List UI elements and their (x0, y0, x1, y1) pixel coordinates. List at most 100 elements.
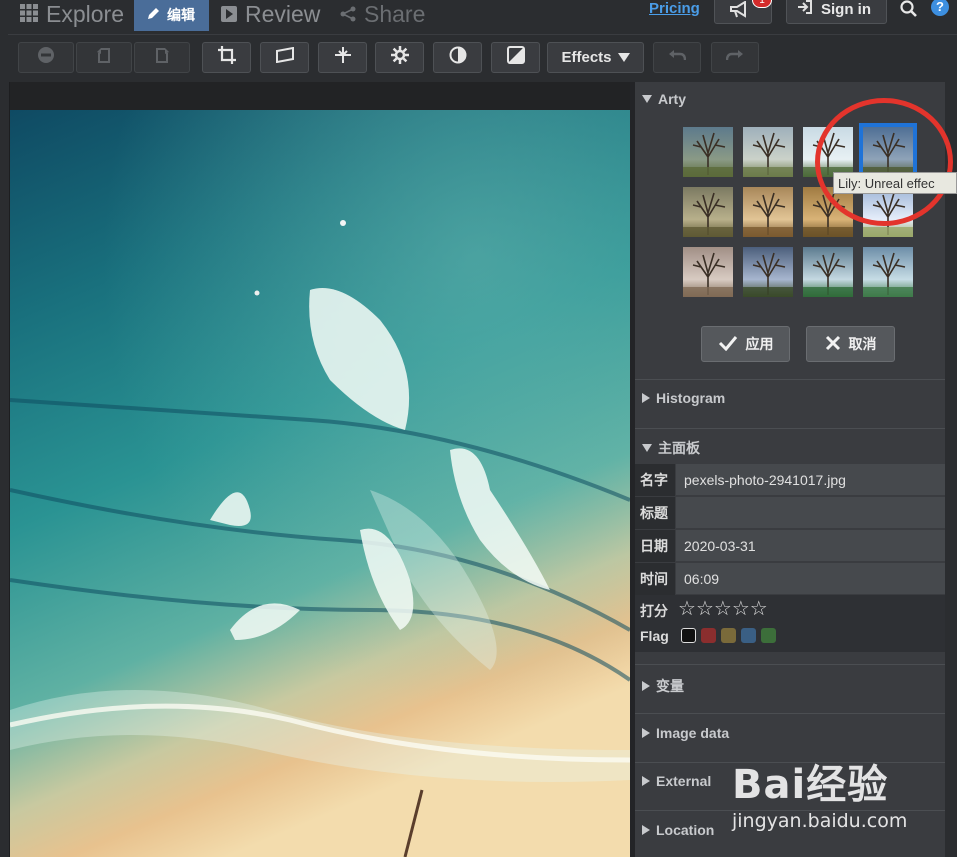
section-image-data-header[interactable]: Image data (642, 725, 729, 741)
straighten-icon (275, 46, 295, 68)
watermark-brand: Bai经验 (732, 762, 889, 808)
effects-label: Effects (561, 49, 612, 66)
section-main-panel-header[interactable]: 主面板 (642, 438, 700, 458)
nav-review[interactable]: Review (221, 0, 320, 32)
nav-review-label: Review (245, 0, 321, 27)
grid-icon (20, 1, 38, 28)
cancel-label: 取消 (848, 336, 877, 352)
checkmark-icon (718, 335, 738, 354)
rotate-left-icon (95, 46, 113, 69)
pricing-link[interactable]: Pricing (649, 0, 700, 17)
nav-share-label: Share (364, 0, 426, 27)
nav-explore[interactable]: Explore (20, 0, 124, 32)
section-arty-title: Arty (658, 91, 687, 107)
section-variables-header[interactable]: 变量 (642, 676, 684, 696)
rating-star[interactable]: ☆ (678, 599, 696, 619)
cancel-button[interactable]: 取消 (806, 326, 895, 362)
meta-time-value[interactable]: 06:09 (676, 563, 945, 595)
panel-scrollbar[interactable] (945, 82, 957, 857)
search-icon[interactable] (900, 0, 918, 23)
flag-color-swatch[interactable] (701, 628, 716, 643)
section-external-header[interactable]: External (642, 773, 711, 789)
redo-icon (725, 48, 744, 67)
meta-date-label: 日期 (635, 530, 675, 562)
aerial-beach-photo (10, 110, 630, 857)
rotate-right-button[interactable] (134, 42, 190, 73)
rating-stars[interactable]: ☆☆☆☆☆ (678, 599, 768, 620)
section-histogram-title: Histogram (656, 390, 726, 406)
section-location-header[interactable]: Location (642, 822, 714, 838)
meta-title-label: 标题 (635, 497, 675, 529)
rating-star[interactable]: ☆ (714, 599, 732, 619)
effect-thumbnail[interactable] (683, 187, 733, 237)
effect-thumbnail[interactable] (743, 247, 793, 297)
rating-flag-area: 打分 ☆☆☆☆☆ Flag (635, 595, 945, 652)
caret-down-icon (617, 53, 630, 62)
crop-button[interactable] (202, 42, 251, 73)
meta-row-time: 时间 06:09 (635, 563, 945, 595)
effect-thumbnail[interactable] (683, 127, 733, 177)
nav-edit-tab[interactable]: 编辑 (134, 0, 209, 31)
undo-button[interactable] (653, 42, 701, 73)
meta-name-value[interactable]: pexels-photo-2941017.jpg (676, 464, 945, 496)
share-icon (340, 1, 356, 28)
expand-arrow-icon (642, 681, 650, 691)
app-window: Explore 编辑 Review Share Pricing 1 Sign i… (0, 0, 957, 857)
meta-date-value[interactable]: 2020-03-31 (676, 530, 945, 562)
adjust-button[interactable] (375, 42, 424, 73)
flag-label: Flag (640, 628, 669, 644)
section-image-data-title: Image data (656, 725, 730, 741)
effects-dropdown[interactable]: Effects (547, 42, 644, 73)
meta-row-date: 日期 2020-03-31 (635, 530, 945, 562)
remove-button[interactable] (18, 42, 74, 73)
meta-row-name: 名字 pexels-photo-2941017.jpg (635, 464, 945, 496)
canvas-header (10, 82, 630, 110)
sign-in-button[interactable]: Sign in (786, 0, 887, 24)
rating-star[interactable]: ☆ (750, 599, 768, 619)
section-main-panel-title: 主面板 (658, 440, 700, 456)
sign-in-label: Sign in (821, 0, 871, 18)
flag-color-swatch[interactable] (761, 628, 776, 643)
flag-color-swatch[interactable] (741, 628, 756, 643)
section-histogram-header[interactable]: Histogram (642, 390, 725, 406)
baidu-watermark: Bai经验 jingyan.baidu.com (732, 752, 907, 832)
contrast-button[interactable] (433, 42, 482, 73)
watermark-url: jingyan.baidu.com (732, 810, 908, 832)
flag-color-swatch[interactable] (681, 628, 696, 643)
rating-star[interactable]: ☆ (696, 599, 714, 619)
exposure-button[interactable] (491, 42, 540, 73)
top-nav: Explore 编辑 Review Share Pricing 1 Sign i… (0, 0, 957, 32)
nav-share[interactable]: Share (340, 0, 425, 32)
nav-edit-label: 编辑 (167, 6, 195, 23)
section-external-title: External (656, 773, 712, 789)
section-arty-header[interactable]: Arty (642, 91, 686, 107)
straighten-button[interactable] (260, 42, 309, 73)
flag-color-swatch[interactable] (721, 628, 736, 643)
expand-arrow-icon (642, 776, 650, 786)
rotate-left-button[interactable] (76, 42, 132, 73)
effect-thumbnail[interactable] (803, 247, 853, 297)
effect-thumbnail[interactable] (683, 247, 733, 297)
separator (635, 379, 945, 380)
meta-title-value[interactable] (676, 497, 945, 529)
play-icon (221, 1, 237, 28)
rotate-right-icon (153, 46, 171, 69)
apply-label: 应用 (745, 336, 774, 352)
apply-button[interactable]: 应用 (701, 326, 790, 362)
effect-thumbnail[interactable] (743, 187, 793, 237)
pencil-icon (146, 6, 161, 24)
perspective-icon (333, 46, 353, 69)
gear-icon (390, 46, 409, 69)
nav-explore-label: Explore (46, 0, 124, 27)
effect-thumbnail[interactable] (863, 247, 913, 297)
help-icon[interactable]: ? (931, 0, 949, 16)
expand-arrow-icon (642, 825, 650, 835)
photo-canvas[interactable] (10, 110, 630, 857)
contrast-icon (449, 46, 467, 69)
rating-star[interactable]: ☆ (732, 599, 750, 619)
left-collapse-strip[interactable] (0, 82, 10, 857)
effect-thumbnail[interactable] (743, 127, 793, 177)
redo-button[interactable] (711, 42, 759, 73)
perspective-button[interactable] (318, 42, 367, 73)
sign-in-icon (797, 0, 813, 19)
